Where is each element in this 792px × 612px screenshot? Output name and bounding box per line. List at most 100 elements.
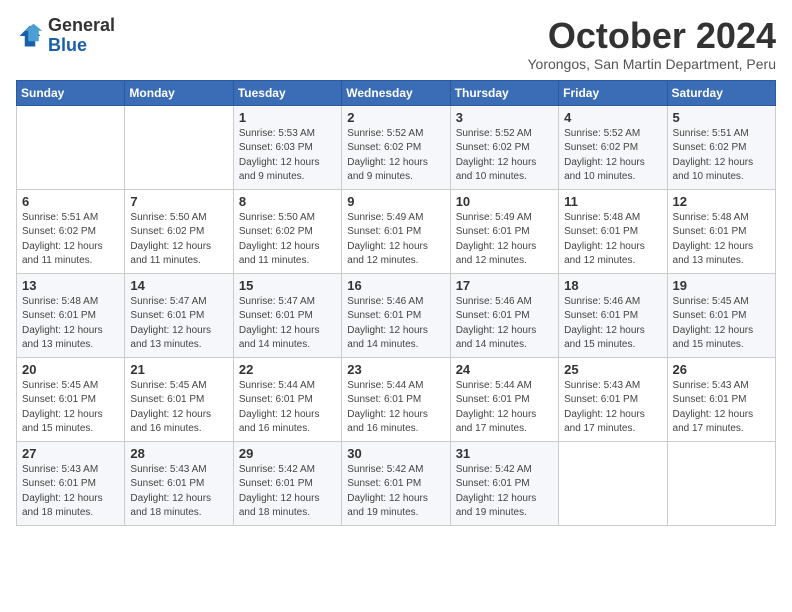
day-number: 21 [130,362,227,377]
day-number: 17 [456,278,553,293]
day-detail: Sunrise: 5:50 AM Sunset: 6:02 PM Dayligh… [239,211,336,269]
calendar-header: SundayMondayTuesdayWednesdayThursdayFrid… [17,80,776,105]
calendar-cell: 7 Sunrise: 5:50 AM Sunset: 6:02 PM Daylig… [125,189,233,273]
calendar-table: SundayMondayTuesdayWednesdayThursdayFrid… [16,80,776,526]
day-number: 6 [22,194,119,209]
day-detail: Sunrise: 5:46 AM Sunset: 6:01 PM Dayligh… [564,295,661,353]
day-detail: Sunrise: 5:45 AM Sunset: 6:01 PM Dayligh… [673,295,770,353]
calendar-cell: 18 Sunrise: 5:46 AM Sunset: 6:01 PM Dayli… [559,273,667,357]
day-number: 3 [456,110,553,125]
day-number: 27 [22,446,119,461]
calendar-cell: 31 Sunrise: 5:42 AM Sunset: 6:01 PM Dayli… [450,441,558,525]
calendar-cell: 6 Sunrise: 5:51 AM Sunset: 6:02 PM Daylig… [17,189,125,273]
day-number: 18 [564,278,661,293]
calendar-cell: 1 Sunrise: 5:53 AM Sunset: 6:03 PM Daylig… [233,105,341,189]
day-detail: Sunrise: 5:43 AM Sunset: 6:01 PM Dayligh… [130,463,227,521]
calendar-cell: 27 Sunrise: 5:43 AM Sunset: 6:01 PM Dayli… [17,441,125,525]
day-detail: Sunrise: 5:52 AM Sunset: 6:02 PM Dayligh… [456,127,553,185]
calendar-cell: 24 Sunrise: 5:44 AM Sunset: 6:01 PM Dayli… [450,357,558,441]
logo: General Blue [16,16,115,56]
week-row-3: 13Sunrise: 5:48 AM Sunset: 6:01 PM Dayli… [17,273,776,357]
logo-general-text: General [48,15,115,35]
location-subtitle: Yorongos, San Martin Department, Peru [527,56,776,72]
calendar-cell: 8Sunrise: 5:50 AM Sunset: 6:02 PM Daylig… [233,189,341,273]
day-detail: Sunrise: 5:49 AM Sunset: 6:01 PM Dayligh… [347,211,444,269]
calendar-cell [125,105,233,189]
day-number: 16 [347,278,444,293]
calendar-cell: 28 Sunrise: 5:43 AM Sunset: 6:01 PM Dayli… [125,441,233,525]
header-cell-thursday: Thursday [450,80,558,105]
calendar-cell: 3 Sunrise: 5:52 AM Sunset: 6:02 PM Daylig… [450,105,558,189]
day-detail: Sunrise: 5:48 AM Sunset: 6:01 PM Dayligh… [564,211,661,269]
page-header: General Blue October 2024 Yorongos, San … [16,16,776,72]
day-number: 7 [130,194,227,209]
calendar-cell [559,441,667,525]
calendar-cell: 15 Sunrise: 5:47 AM Sunset: 6:01 PM Dayli… [233,273,341,357]
day-detail: Sunrise: 5:42 AM Sunset: 6:01 PM Dayligh… [456,463,553,521]
week-row-2: 6 Sunrise: 5:51 AM Sunset: 6:02 PM Daylig… [17,189,776,273]
day-detail: Sunrise: 5:52 AM Sunset: 6:02 PM Dayligh… [564,127,661,185]
day-number: 30 [347,446,444,461]
day-detail: Sunrise: 5:44 AM Sunset: 6:01 PM Dayligh… [456,379,553,437]
day-number: 24 [456,362,553,377]
day-detail: Sunrise: 5:46 AM Sunset: 6:01 PM Dayligh… [347,295,444,353]
day-detail: Sunrise: 5:53 AM Sunset: 6:03 PM Dayligh… [239,127,336,185]
calendar-cell: 22Sunrise: 5:44 AM Sunset: 6:01 PM Dayli… [233,357,341,441]
calendar-cell: 17 Sunrise: 5:46 AM Sunset: 6:01 PM Dayli… [450,273,558,357]
day-number: 11 [564,194,661,209]
day-number: 15 [239,278,336,293]
day-number: 10 [456,194,553,209]
calendar-cell: 4Sunrise: 5:52 AM Sunset: 6:02 PM Daylig… [559,105,667,189]
header-row: SundayMondayTuesdayWednesdayThursdayFrid… [17,80,776,105]
day-number: 2 [347,110,444,125]
header-cell-monday: Monday [125,80,233,105]
calendar-cell: 25 Sunrise: 5:43 AM Sunset: 6:01 PM Dayli… [559,357,667,441]
calendar-cell: 2Sunrise: 5:52 AM Sunset: 6:02 PM Daylig… [342,105,450,189]
header-cell-friday: Friday [559,80,667,105]
day-number: 14 [130,278,227,293]
day-detail: Sunrise: 5:51 AM Sunset: 6:02 PM Dayligh… [22,211,119,269]
day-detail: Sunrise: 5:45 AM Sunset: 6:01 PM Dayligh… [22,379,119,437]
day-number: 12 [673,194,770,209]
week-row-4: 20Sunrise: 5:45 AM Sunset: 6:01 PM Dayli… [17,357,776,441]
day-number: 31 [456,446,553,461]
day-number: 22 [239,362,336,377]
header-cell-tuesday: Tuesday [233,80,341,105]
day-detail: Sunrise: 5:43 AM Sunset: 6:01 PM Dayligh… [564,379,661,437]
calendar-cell: 5 Sunrise: 5:51 AM Sunset: 6:02 PM Daylig… [667,105,775,189]
day-number: 29 [239,446,336,461]
calendar-cell: 16 Sunrise: 5:46 AM Sunset: 6:01 PM Dayli… [342,273,450,357]
day-number: 5 [673,110,770,125]
calendar-cell: 19Sunrise: 5:45 AM Sunset: 6:01 PM Dayli… [667,273,775,357]
day-detail: Sunrise: 5:47 AM Sunset: 6:01 PM Dayligh… [239,295,336,353]
logo-icon [16,22,44,50]
calendar-cell: 11 Sunrise: 5:48 AM Sunset: 6:01 PM Dayli… [559,189,667,273]
day-detail: Sunrise: 5:50 AM Sunset: 6:02 PM Dayligh… [130,211,227,269]
calendar-cell: 12 Sunrise: 5:48 AM Sunset: 6:01 PM Dayli… [667,189,775,273]
day-number: 25 [564,362,661,377]
calendar-cell: 23Sunrise: 5:44 AM Sunset: 6:01 PM Dayli… [342,357,450,441]
calendar-cell [667,441,775,525]
day-detail: Sunrise: 5:43 AM Sunset: 6:01 PM Dayligh… [22,463,119,521]
calendar-cell: 20Sunrise: 5:45 AM Sunset: 6:01 PM Dayli… [17,357,125,441]
day-detail: Sunrise: 5:44 AM Sunset: 6:01 PM Dayligh… [347,379,444,437]
day-detail: Sunrise: 5:47 AM Sunset: 6:01 PM Dayligh… [130,295,227,353]
title-block: October 2024 Yorongos, San Martin Depart… [527,16,776,72]
day-number: 9 [347,194,444,209]
calendar-cell: 30 Sunrise: 5:42 AM Sunset: 6:01 PM Dayli… [342,441,450,525]
day-detail: Sunrise: 5:49 AM Sunset: 6:01 PM Dayligh… [456,211,553,269]
day-detail: Sunrise: 5:45 AM Sunset: 6:01 PM Dayligh… [130,379,227,437]
day-number: 28 [130,446,227,461]
day-detail: Sunrise: 5:42 AM Sunset: 6:01 PM Dayligh… [239,463,336,521]
day-detail: Sunrise: 5:42 AM Sunset: 6:01 PM Dayligh… [347,463,444,521]
day-detail: Sunrise: 5:51 AM Sunset: 6:02 PM Dayligh… [673,127,770,185]
calendar-cell: 14 Sunrise: 5:47 AM Sunset: 6:01 PM Dayli… [125,273,233,357]
calendar-cell: 29 Sunrise: 5:42 AM Sunset: 6:01 PM Dayli… [233,441,341,525]
day-number: 13 [22,278,119,293]
calendar-cell: 21 Sunrise: 5:45 AM Sunset: 6:01 PM Dayli… [125,357,233,441]
day-detail: Sunrise: 5:46 AM Sunset: 6:01 PM Dayligh… [456,295,553,353]
day-number: 1 [239,110,336,125]
day-detail: Sunrise: 5:48 AM Sunset: 6:01 PM Dayligh… [673,211,770,269]
header-cell-wednesday: Wednesday [342,80,450,105]
calendar-body: 1 Sunrise: 5:53 AM Sunset: 6:03 PM Daylig… [17,105,776,525]
